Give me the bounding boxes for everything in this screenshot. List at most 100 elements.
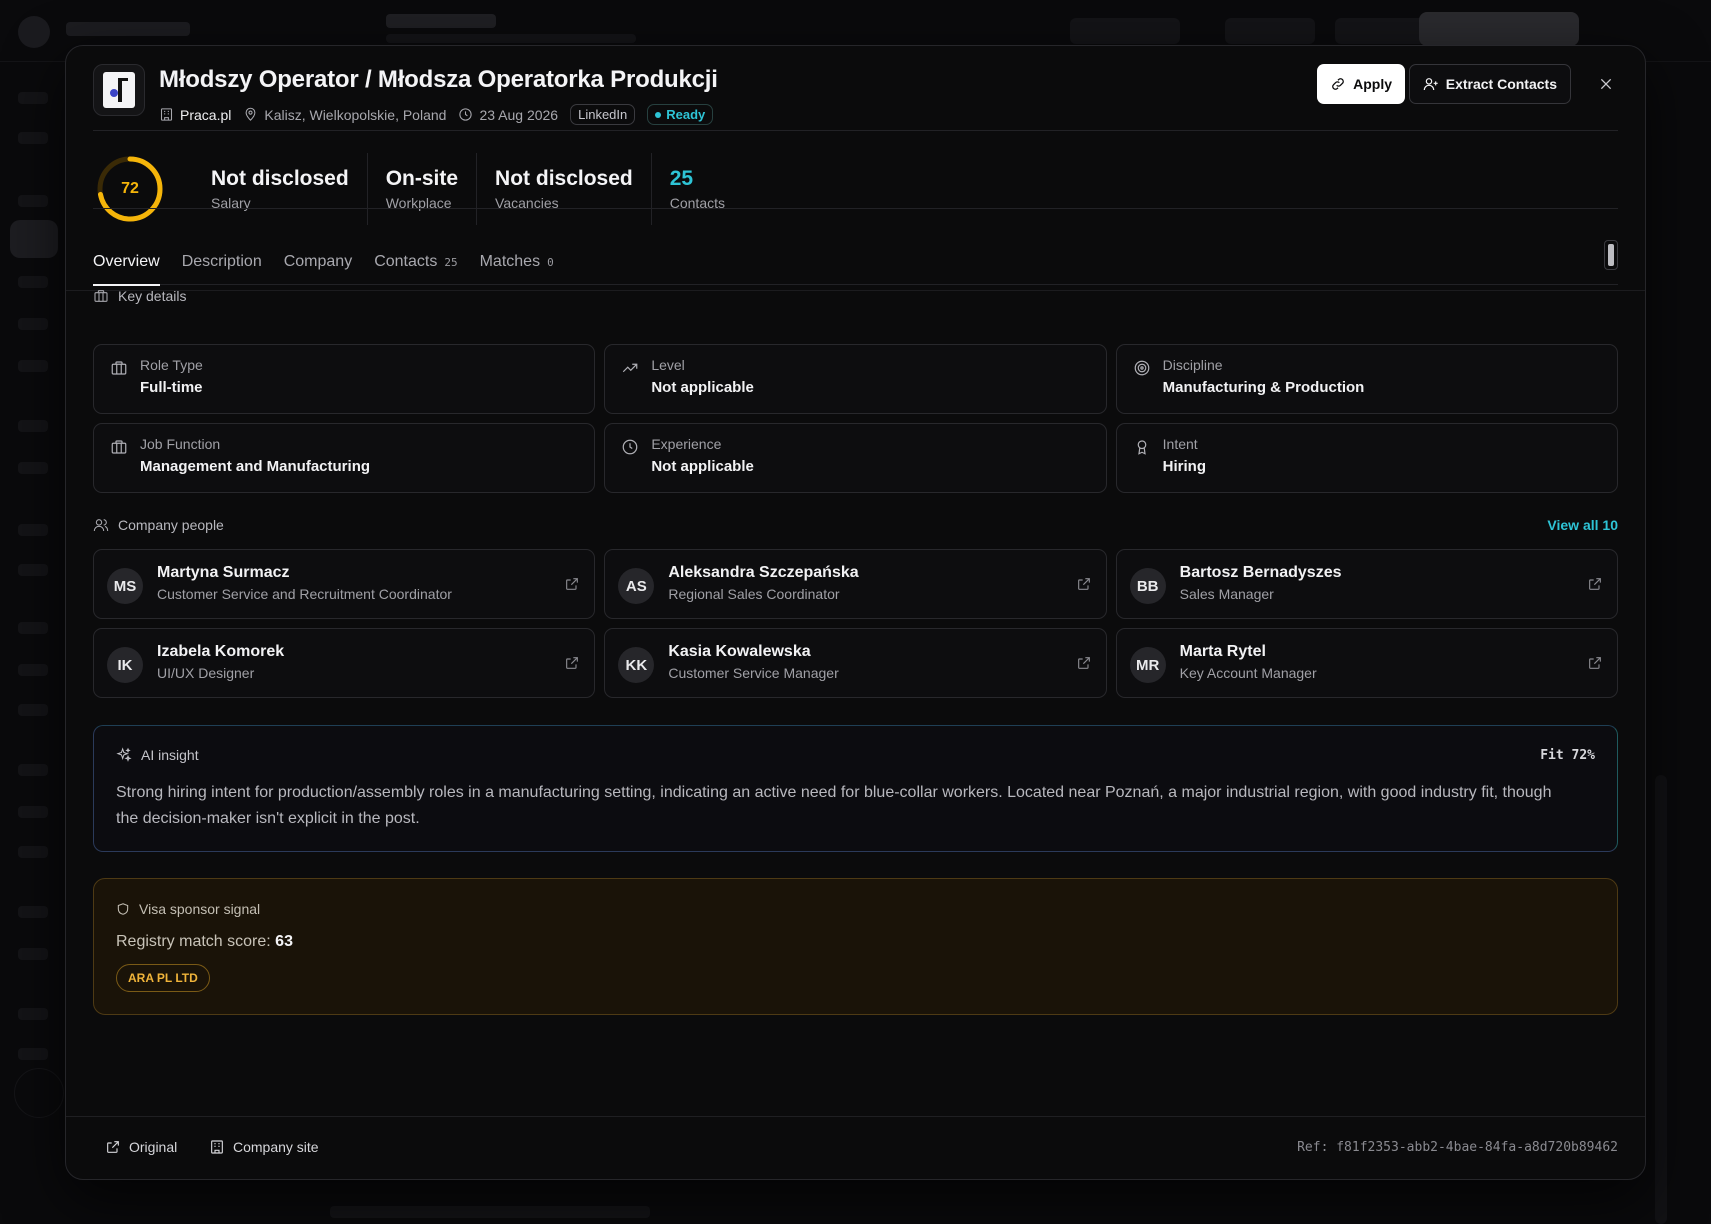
people-grid: MS Martyna Surmacz Customer Service and … xyxy=(93,549,1618,698)
ai-insight-text: Strong hiring intent for production/asse… xyxy=(116,784,1552,827)
detail-label: Level xyxy=(651,357,685,373)
users-icon xyxy=(93,519,109,532)
apply-button[interactable]: Apply xyxy=(1317,64,1405,104)
briefcase-icon xyxy=(110,359,128,377)
company-site-link[interactable]: Company site xyxy=(209,1139,319,1155)
clock-icon xyxy=(459,108,473,121)
registry-match-label: Registry match score: xyxy=(116,933,271,950)
tab-count: 25 xyxy=(444,255,458,269)
status-text: Ready xyxy=(666,107,706,122)
detail-card-level: Level Not applicable xyxy=(604,344,1107,414)
tab-description[interactable]: Description xyxy=(182,239,262,285)
external-link-icon[interactable] xyxy=(1587,655,1603,671)
background-sidebar-item xyxy=(18,318,48,330)
person-role: Customer Service and Recruitment Coordin… xyxy=(157,586,452,602)
content-divider xyxy=(66,290,1645,291)
company-logo xyxy=(93,64,145,116)
detail-value: Full-time xyxy=(140,379,203,396)
score-value: 72 xyxy=(121,180,139,197)
person-name: Bartosz Bernadyszes xyxy=(1179,564,1342,581)
background-sidebar-item xyxy=(18,360,48,372)
person-card[interactable]: AS Aleksandra Szczepańska Regional Sales… xyxy=(604,549,1107,619)
detail-value: Not applicable xyxy=(651,458,754,475)
extract-contacts-button[interactable]: Extract Contacts xyxy=(1408,64,1571,104)
detail-text: Discipline Manufacturing & Production xyxy=(1163,357,1365,396)
external-link-icon[interactable] xyxy=(564,655,580,671)
target-icon xyxy=(1133,359,1151,377)
detail-text: Experience Not applicable xyxy=(651,436,754,475)
clock-icon xyxy=(621,438,639,456)
score-gauge: 72 xyxy=(95,154,165,224)
tab-company[interactable]: Company xyxy=(284,239,352,285)
detail-value: Not applicable xyxy=(651,379,754,396)
person-text: Izabela Komorek UI/UX Designer xyxy=(157,643,284,681)
tab-overview[interactable]: Overview xyxy=(93,239,160,286)
detail-label: Role Type xyxy=(140,357,203,373)
map-pin-icon xyxy=(245,107,256,121)
detail-value: Hiring xyxy=(1162,458,1206,475)
sponsor-chip[interactable]: ARA PL LTD xyxy=(116,964,210,992)
external-link-icon[interactable] xyxy=(1076,576,1092,592)
visa-heading: Visa sponsor signal xyxy=(116,901,260,917)
person-text: Marta Rytel Key Account Manager xyxy=(1180,643,1317,681)
original-label: Original xyxy=(129,1139,178,1155)
link-icon xyxy=(1332,78,1344,90)
detail-text: Intent Hiring xyxy=(1163,436,1206,475)
person-card[interactable]: IK Izabela Komorek UI/UX Designer xyxy=(93,628,596,698)
external-link-icon[interactable] xyxy=(1076,655,1092,671)
close-icon xyxy=(1600,78,1612,90)
person-card[interactable]: MR Marta Rytel Key Account Manager xyxy=(1115,628,1618,698)
detail-card-job-function: Job Function Management and Manufacturin… xyxy=(93,423,596,493)
person-card[interactable]: MS Martyna Surmacz Customer Service and … xyxy=(93,549,596,619)
external-link-icon[interactable] xyxy=(1587,576,1603,592)
building-icon xyxy=(211,1140,223,1154)
person-card[interactable]: BB Bartosz Bernadyszes Sales Manager xyxy=(1115,549,1618,619)
status-badge: Ready xyxy=(647,104,714,125)
view-all-people-link[interactable]: View all 10 xyxy=(1547,517,1618,533)
logo-dot xyxy=(110,89,118,97)
job-location: Kalisz, Wielkopolskie, Poland xyxy=(264,106,447,123)
background-brand xyxy=(66,22,190,36)
company-meta: Praca.pl xyxy=(159,107,231,123)
detail-text: Job Function Management and Manufacturin… xyxy=(140,436,370,475)
key-details-grid: Role Type Full-time Level Not applicable… xyxy=(93,344,1618,493)
close-button[interactable] xyxy=(1594,72,1618,96)
person-name: Martyna Surmacz xyxy=(157,564,290,581)
background-sidebar-item xyxy=(18,276,48,288)
visa-title: Visa sponsor signal xyxy=(139,901,261,917)
briefcase-icon xyxy=(110,438,128,456)
avatar: MR xyxy=(1129,647,1166,683)
person-role: Regional Sales Coordinator xyxy=(668,586,840,602)
stat-value: On-site xyxy=(385,167,459,190)
background-sidebar-item xyxy=(18,132,48,144)
person-role: UI/UX Designer xyxy=(157,665,255,681)
detail-label: Intent xyxy=(1162,436,1198,452)
external-link-icon[interactable] xyxy=(564,576,580,592)
tab-bar: Overview Description Company Contacts 25… xyxy=(93,239,1618,286)
ai-insight-panel: AI insight Fit 72% Strong hiring intent … xyxy=(93,725,1618,852)
avatar: AS xyxy=(618,568,655,604)
avatar: BB xyxy=(1129,568,1166,604)
stats-bar: 72 Not disclosed Salary On-site Workplac… xyxy=(93,149,1618,229)
reference-id: Ref: f81f2353-abb2-4bae-84fa-a8d720b8946… xyxy=(1297,1140,1618,1155)
tab-matches[interactable]: Matches 0 xyxy=(480,239,554,285)
background-sidebar-item xyxy=(18,906,48,918)
detail-value: Manufacturing & Production xyxy=(1162,379,1365,396)
sparkles-icon xyxy=(116,747,132,762)
tab-label: Description xyxy=(181,253,262,270)
tabs-scrollbar[interactable] xyxy=(1604,240,1618,270)
background-sidebar-item xyxy=(18,764,48,776)
job-title: Młodszy Operator / Młodsza Operatorka Pr… xyxy=(159,66,718,93)
original-link[interactable]: Original xyxy=(105,1139,177,1155)
detail-text: Role Type Full-time xyxy=(140,357,203,396)
background-sidebar-item xyxy=(18,622,48,634)
tab-contacts[interactable]: Contacts 25 xyxy=(374,239,457,285)
detail-label: Experience xyxy=(651,436,722,452)
stat-value: Not disclosed xyxy=(211,167,349,190)
company-name: Praca.pl xyxy=(180,106,232,123)
person-text: Kasia Kowalewska Customer Service Manage… xyxy=(668,643,838,681)
source-tag: LinkedIn xyxy=(570,104,636,125)
person-card[interactable]: KK Kasia Kowalewska Customer Service Man… xyxy=(604,628,1107,698)
detail-card-experience: Experience Not applicable xyxy=(604,423,1107,493)
background-scrollbar xyxy=(1655,775,1667,1224)
